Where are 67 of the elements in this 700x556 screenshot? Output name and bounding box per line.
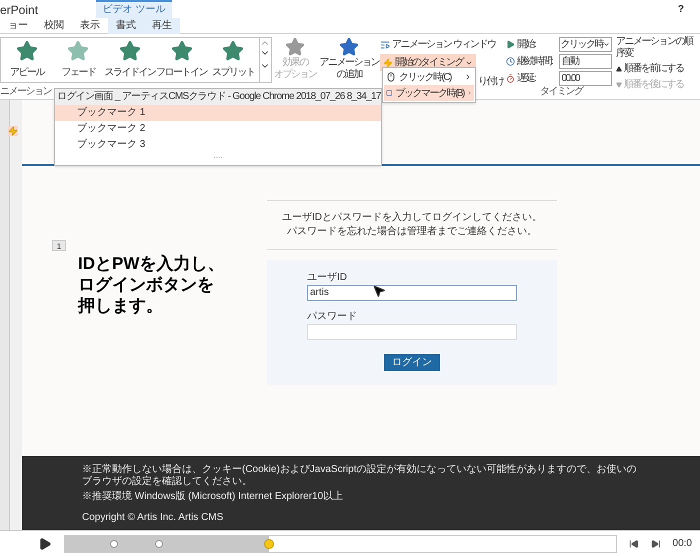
ribbon-tab[interactable]: ョー: [0, 18, 36, 34]
duration-field[interactable]: 自動: [558, 54, 612, 69]
caret-icon: [603, 41, 610, 48]
star-icon: [222, 40, 244, 62]
lightning-icon[interactable]: [8, 126, 18, 136]
duration-label: 継続時間:: [516, 54, 554, 69]
delay-field[interactable]: 00.00: [558, 71, 612, 86]
contextual-tab-group: ビデオ ツール: [96, 0, 172, 18]
star-icon: [285, 37, 305, 57]
ribbon-tab[interactable]: 再生: [144, 18, 180, 34]
step-forward-icon[interactable]: [650, 538, 661, 548]
field-label: ユーザID: [307, 271, 347, 285]
help-icon[interactable]: ?: [678, 2, 684, 17]
step-back-icon[interactable]: [628, 538, 639, 548]
animation-pane-button[interactable]: アニメーション ウィンドウ: [380, 37, 496, 52]
ribbon-tab[interactable]: 校閲: [36, 18, 72, 34]
ribbon-tab[interactable]: 表示: [72, 18, 108, 34]
menu-title: ログイン画面 _ アーティスCMSクラウド - Google Chrome 2018_07_26 8_34_17: [55, 89, 381, 105]
menu-item[interactable]: クリック時(C): [384, 69, 474, 85]
slide-caption: IDとPWを入力し、 ログインボタンを 押します。: [78, 253, 224, 316]
up-triangle-icon: [616, 66, 622, 72]
play-button[interactable]: [38, 536, 52, 550]
app-title: erPoint: [0, 2, 38, 18]
footer-note: ※推奨環境 Windows版 (Microsoft) Internet Explorer10以上: [82, 491, 344, 503]
group-label: タイミング: [540, 86, 582, 98]
lightning-icon: [383, 58, 393, 68]
star-icon: [119, 40, 142, 62]
bookmark-item[interactable]: ブックマーク 1: [55, 105, 381, 121]
bookmark-item[interactable]: ブックマーク 3: [55, 137, 381, 153]
mouse-cursor-icon: [372, 284, 386, 298]
star-icon: [170, 40, 193, 62]
bookmark-item[interactable]: ブックマーク 2: [55, 121, 381, 137]
animation-effect[interactable]: アピール: [1, 38, 53, 82]
field-label: パスワード: [307, 310, 357, 324]
delay-label: 遅延:: [516, 72, 537, 86]
animation-effect[interactable]: フロートイン: [156, 38, 208, 82]
animation-pane-icon: [380, 40, 390, 50]
play-icon: [506, 40, 515, 49]
clock-icon: [506, 57, 515, 66]
copyright-text: Copyright © Artis Inc. Artis CMS: [82, 511, 224, 525]
star-icon: [67, 40, 90, 62]
login-button[interactable]: ログイン: [384, 354, 440, 371]
user-id-field[interactable]: artis: [307, 285, 517, 301]
instruction-text: パスワードを忘れた場合は管理者までご連絡ください。: [287, 225, 537, 239]
animation-effect[interactable]: スプリット: [207, 38, 260, 82]
animation-effect[interactable]: フェード: [52, 38, 104, 82]
star-icon: [339, 37, 359, 57]
mouse-icon: [386, 72, 396, 82]
password-field[interactable]: [307, 324, 517, 340]
start-label: 開始:: [516, 38, 537, 52]
reorder-title: アニメーションの順序変: [616, 36, 694, 60]
animation-order-tag[interactable]: 1: [52, 240, 66, 251]
ribbon-tab[interactable]: 書式: [108, 18, 144, 34]
time-display: 00:0: [672, 537, 692, 551]
start-dropdown[interactable]: クリック時: [558, 37, 612, 52]
timer-icon: [506, 74, 515, 83]
button-label-fragment: り付け: [478, 75, 504, 89]
animation-effect[interactable]: スライドイン: [104, 38, 156, 82]
star-icon: [16, 40, 38, 62]
menu-item[interactable]: ブックマーク時(B): [384, 85, 474, 101]
down-triangle-icon: [616, 82, 622, 88]
group-label: ニメーション: [0, 86, 51, 98]
footer-note: ※正常動作しない場合は、クッキー(Cookie)およびJavaScriptの設定が有効になっていない可能性がありますので、お使いのブラウザの設定を確認してください。: [82, 464, 638, 488]
bookmark-icon: [386, 88, 392, 98]
instruction-text: ユーザIDとパスワードを入力してログインしてください。: [282, 211, 542, 225]
timeline-track[interactable]: [64, 534, 617, 552]
reorder-button[interactable]: 順番を前にする: [616, 61, 684, 76]
